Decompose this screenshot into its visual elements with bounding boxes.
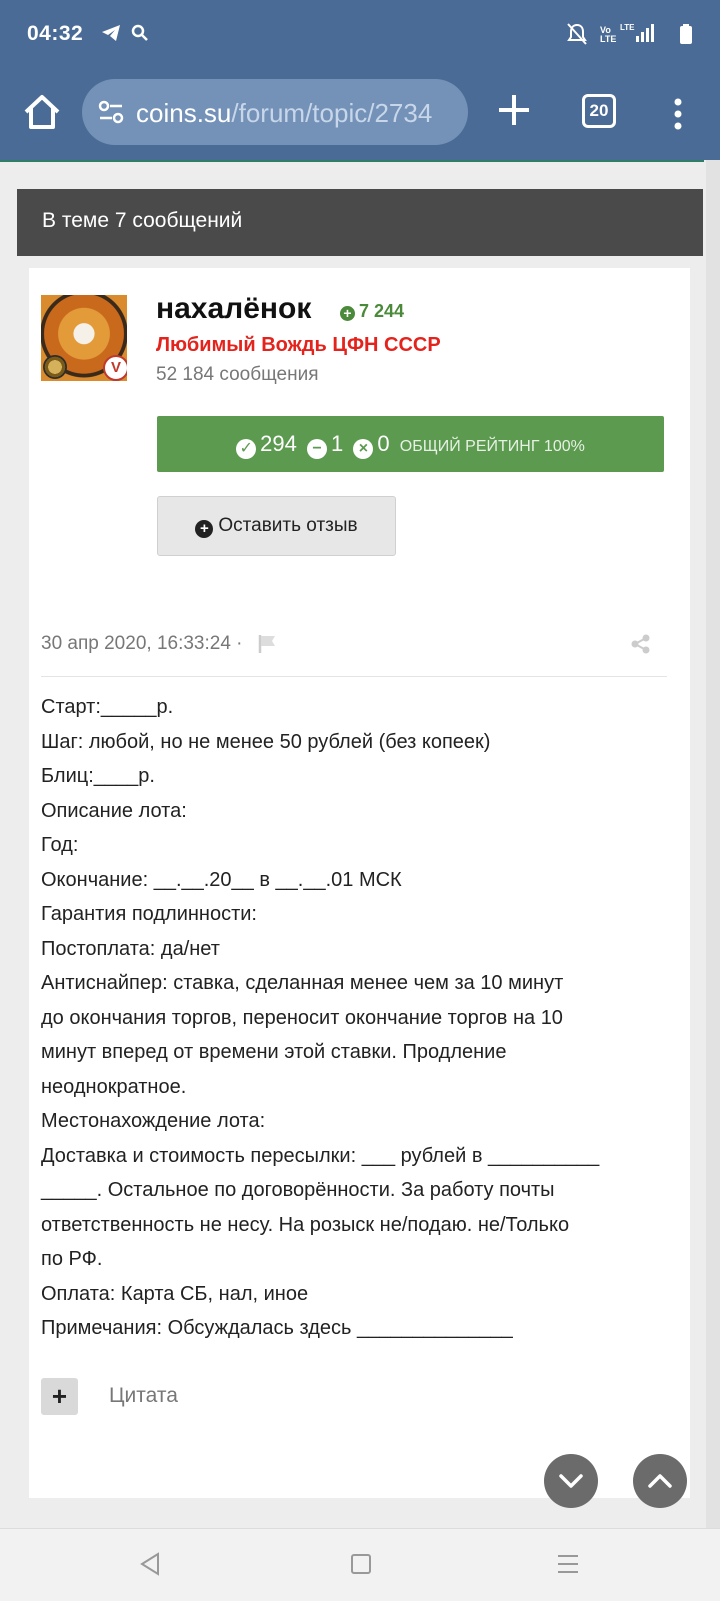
post-line: Примечания: Обсуждалась здесь __________… xyxy=(41,1317,513,1339)
post-line: Антиснайпер: ставка, сделанная менее чем… xyxy=(41,972,564,994)
divider xyxy=(41,676,667,677)
url-host: coins.su xyxy=(136,98,232,128)
home-icon xyxy=(24,95,60,129)
avatar[interactable]: V xyxy=(41,295,127,381)
browser-menu-button[interactable] xyxy=(666,92,690,136)
topic-post-count: В теме 7 сообщений xyxy=(42,209,243,232)
post-line: Доставка и стоимость пересылки: ___ рубл… xyxy=(41,1144,600,1167)
post-line: Местонахождение лота: xyxy=(41,1110,266,1132)
topic-header: В теме 7 сообщений xyxy=(17,189,703,256)
x-circle-icon: × xyxy=(353,439,374,459)
reputation: +7 244 xyxy=(340,301,404,322)
post-line: неоднократное. xyxy=(41,1075,187,1098)
minus-circle-icon: − xyxy=(307,439,327,459)
home-nav-button[interactable] xyxy=(349,1551,373,1582)
page-scrollbar-track[interactable] xyxy=(706,160,720,1530)
share-icon[interactable] xyxy=(631,634,651,659)
rating-bar[interactable]: ✓ 294 −1 × 0 ОБЩИЙ РЕЙТИНГ 100% xyxy=(157,416,664,472)
post-line: Шаг: любой, но не менее 50 рублей (без к… xyxy=(41,730,491,753)
post-line: Описание лота: xyxy=(41,799,187,822)
chevron-down-icon xyxy=(559,1474,583,1488)
svg-text:LTE: LTE xyxy=(620,23,635,32)
status-bar: 04:32 Vo LTE LTE xyxy=(0,0,720,70)
post-date[interactable]: 30 апр 2020, 16:33:24 · xyxy=(41,633,243,655)
username[interactable]: нахалёнок xyxy=(156,292,311,326)
post-line: Год: xyxy=(41,834,79,856)
search-icon xyxy=(131,24,149,47)
tab-switcher-button[interactable]: 20 xyxy=(582,94,616,128)
status-time: 04:32 xyxy=(27,22,84,45)
user-message-count: 52 184 сообщения xyxy=(156,364,319,385)
badge-icon: V xyxy=(103,355,127,381)
post-line: Оплата: Карта СБ, нал, иное xyxy=(41,1282,309,1305)
muted-bell-icon xyxy=(566,22,588,51)
address-bar[interactable]: coins.su/forum/topic/2734 xyxy=(82,79,468,145)
post-line: Гарантия подлинности: xyxy=(41,903,257,925)
home-button[interactable] xyxy=(20,90,64,134)
back-button[interactable] xyxy=(138,1551,162,1582)
volte-icon: Vo LTE xyxy=(600,25,617,44)
post-line: Постоплата: да/нет xyxy=(41,937,220,960)
nav-accent-line xyxy=(0,160,704,162)
reputation-value: 7 244 xyxy=(359,301,405,321)
quote-button[interactable]: Цитата xyxy=(109,1384,178,1408)
scroll-up-button[interactable] xyxy=(633,1454,687,1508)
scroll-down-button[interactable] xyxy=(544,1454,598,1508)
check-circle-icon: ✓ xyxy=(236,439,257,459)
rating-negative: 1 xyxy=(331,431,344,456)
post-body: Старт:_____р. Шаг: любой, но не менее 50… xyxy=(41,690,651,1346)
battery-icon xyxy=(680,24,692,49)
leave-review-button[interactable]: + Оставить отзыв xyxy=(157,496,396,556)
telegram-icon xyxy=(101,24,121,47)
plus-circle-icon: + xyxy=(340,306,355,321)
post-line: Окончание: __.__.20__ в __.__.01 МСК xyxy=(41,868,402,891)
recents-button[interactable] xyxy=(556,1551,580,1582)
rating-label: ОБЩИЙ РЕЙТИНГ 100% xyxy=(399,438,585,455)
browser-toolbar: coins.su/forum/topic/2734 20 xyxy=(0,70,720,160)
signal-icon: LTE xyxy=(620,22,656,49)
url-text: coins.su/forum/topic/2734 xyxy=(136,98,432,129)
leave-review-label: Оставить отзыв xyxy=(218,515,358,536)
chevron-up-icon xyxy=(648,1474,672,1488)
post-card: V нахалёнок +7 244 Любимый Вождь ЦФН ССС… xyxy=(29,268,690,1498)
post-line: по РФ. xyxy=(41,1248,103,1270)
recents-lines-icon xyxy=(558,1555,578,1573)
plus-icon xyxy=(499,95,529,125)
post-line: минут вперед от времени этой ставки. Про… xyxy=(41,1041,507,1063)
post-line: _____. Остальное по договорённости. За р… xyxy=(41,1179,555,1201)
post-line: Блиц:____р. xyxy=(41,765,155,787)
rating-positive: 294 xyxy=(260,431,297,456)
back-triangle-icon xyxy=(140,1552,159,1576)
plus-circle-icon: + xyxy=(195,520,214,538)
rating-neutral: 0 xyxy=(377,431,390,456)
post-line: Старт:_____р. xyxy=(41,696,174,718)
post-line: до окончания торгов, переносит окончание… xyxy=(41,1006,563,1029)
more-vert-icon xyxy=(674,98,682,130)
user-title: Любимый Вождь ЦФН СССР xyxy=(156,334,441,356)
multiquote-button[interactable]: + xyxy=(41,1378,78,1415)
site-settings-icon[interactable] xyxy=(98,100,124,129)
system-nav-bar xyxy=(0,1528,720,1601)
medal-icon xyxy=(43,355,67,379)
home-square-icon xyxy=(351,1554,371,1574)
post-line: ответственность не несу. На розыск не/по… xyxy=(41,1213,570,1236)
report-flag-icon[interactable] xyxy=(257,634,277,659)
url-path: /forum/topic/2734 xyxy=(231,98,433,128)
new-tab-button[interactable] xyxy=(494,90,534,130)
